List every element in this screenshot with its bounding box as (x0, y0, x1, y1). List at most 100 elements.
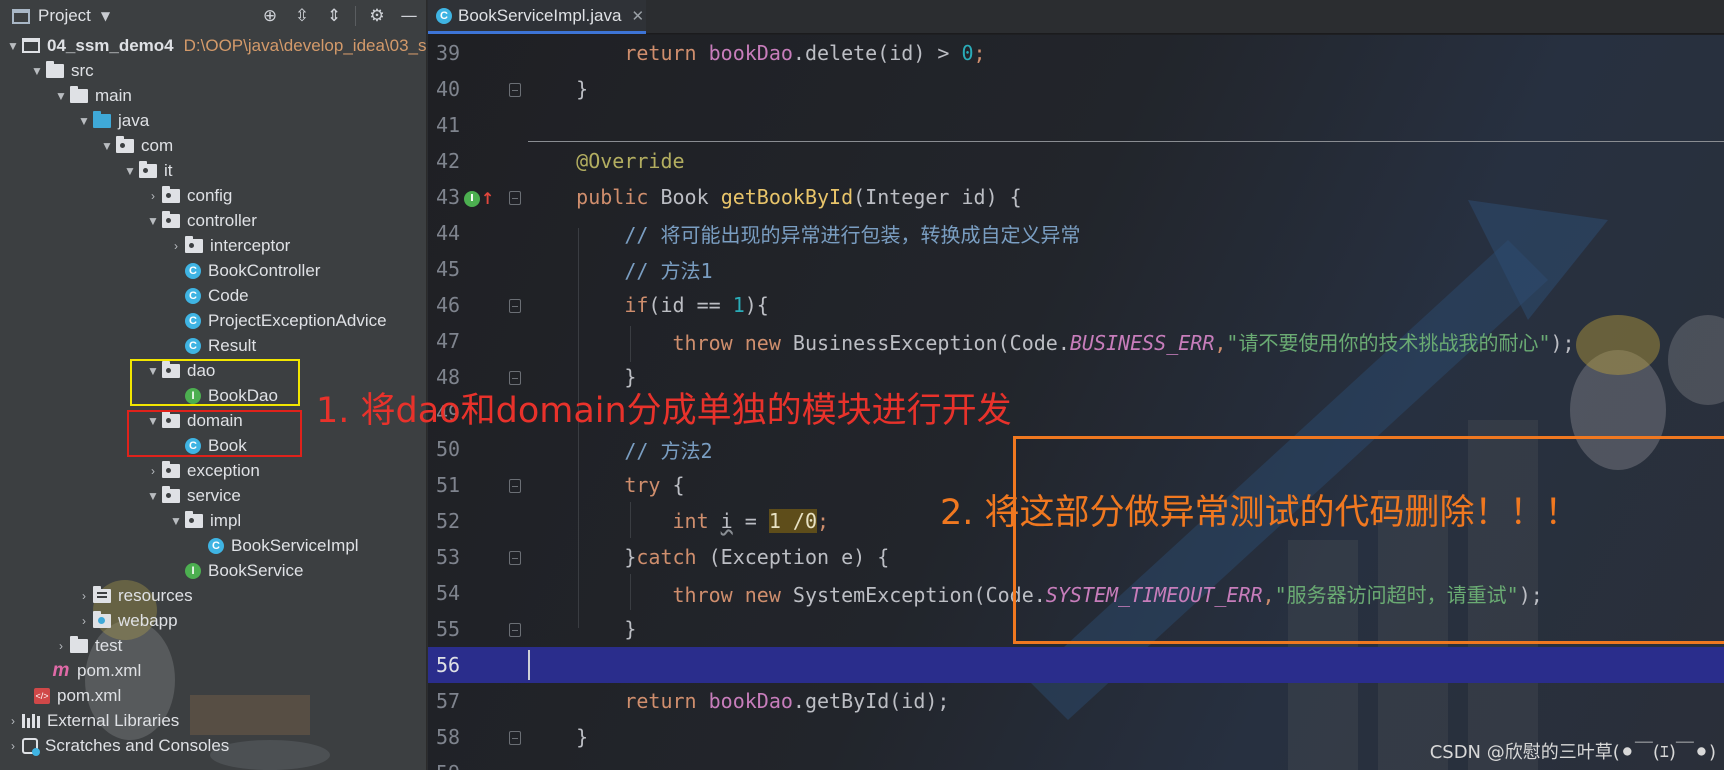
fold-marker-icon[interactable] (509, 479, 521, 493)
chevron-right-icon[interactable]: › (167, 239, 185, 253)
chevron-down-icon[interactable]: ▼ (101, 9, 110, 23)
chevron-down-icon[interactable]: ▼ (4, 39, 22, 53)
fold-marker-icon[interactable] (509, 731, 521, 745)
module-icon (22, 38, 40, 53)
code-line[interactable]: 39 return bookDao.delete(id) > 0; (428, 35, 1724, 71)
code-text[interactable]: }catch (Exception e) { (528, 545, 889, 569)
tree-item-config[interactable]: › config (0, 183, 426, 208)
minimize-icon[interactable]: — (398, 5, 420, 27)
annotation-note-2: 2. 将这部分做异常测试的代码删除！！！ (940, 493, 1580, 533)
chevron-down-icon[interactable]: ▼ (75, 114, 93, 128)
tree-item-label: BookController (208, 260, 321, 280)
tree-item-scratches[interactable]: › Scratches and Consoles (0, 733, 426, 758)
code-text[interactable]: @Override (528, 149, 684, 173)
tree-item-webapp[interactable]: › webapp (0, 608, 426, 633)
code-text[interactable]: } (528, 77, 588, 101)
code-text[interactable]: public Book getBookById(Integer id) { (528, 185, 1022, 209)
target-icon[interactable]: ⊕ (259, 5, 281, 27)
fold-marker-icon[interactable] (509, 191, 521, 205)
tree-item-bookserviceimpl[interactable]: C BookServiceImpl (0, 533, 426, 558)
code-line[interactable]: 45 // 方法1 (428, 251, 1724, 287)
tree-item-com[interactable]: ▼ com (0, 133, 426, 158)
code-line[interactable]: 40 } (428, 71, 1724, 107)
editor-tab-bar: C BookServiceImpl.java ✕ (428, 0, 1724, 34)
fold-marker-icon[interactable] (509, 83, 521, 97)
code-line[interactable]: 43 I ↑ public Book getBookById(Integer id… (428, 179, 1724, 215)
tree-item-controller[interactable]: ▼ controller (0, 208, 426, 233)
tree-item-module[interactable]: ▼ 04_ssm_demo4 D:\OOP\java\develop_idea\… (0, 33, 427, 58)
tree-item-bookservice[interactable]: I BookService (0, 558, 426, 583)
fold-marker-icon[interactable] (509, 299, 521, 313)
tree-item-module-pom[interactable]: m pom.xml (0, 658, 426, 683)
code-text[interactable]: } (528, 617, 636, 641)
code-text[interactable]: throw new BusinessException(Code.BUSINES… (528, 327, 1575, 356)
code-line[interactable]: 47 throw new BusinessException(Code.BUSI… (428, 323, 1724, 359)
tree-item-test[interactable]: › test (0, 633, 426, 658)
code-line[interactable]: 41 (428, 107, 1724, 143)
tab-bookserviceimpl[interactable]: C BookServiceImpl.java ✕ (428, 0, 646, 34)
tree-item-main[interactable]: ▼ main (0, 83, 426, 108)
code-text[interactable]: return bookDao.delete(id) > 0; (528, 41, 985, 65)
tree-item-impl[interactable]: ▼ impl (0, 508, 426, 533)
implements-method-icon[interactable]: I ↑ (464, 189, 494, 208)
tree-item-code[interactable]: C Code (0, 283, 426, 308)
chevron-down-icon[interactable]: ▼ (121, 164, 139, 178)
tree-item-it[interactable]: ▼ it (0, 158, 426, 183)
chevron-down-icon[interactable]: ▼ (98, 139, 116, 153)
annotation-note-1: 1. 将dao和domain分成单独的模块进行开发 (316, 391, 1012, 431)
tree-item-service[interactable]: ▼ service (0, 483, 426, 508)
tree-item-external-libraries[interactable]: › External Libraries (0, 708, 426, 733)
fold-marker-icon[interactable] (509, 551, 521, 565)
package-icon (185, 235, 203, 253)
chevron-down-icon[interactable]: ▼ (167, 514, 185, 528)
code-line-current[interactable]: 56 (428, 647, 1724, 683)
code-text[interactable]: // 方法2 (528, 435, 712, 464)
code-token: int (672, 509, 721, 533)
tree-item-interceptor[interactable]: › interceptor (0, 233, 426, 258)
chevron-down-icon[interactable]: ▼ (144, 489, 162, 503)
chevron-right-icon[interactable]: › (144, 464, 162, 478)
code-line[interactable]: 44 // 将可能出现的异常进行包装，转换成自定义异常 (428, 215, 1724, 251)
chevron-down-icon[interactable]: ▼ (52, 89, 70, 103)
project-panel-title[interactable]: Project (38, 6, 91, 26)
code-text[interactable]: } (528, 725, 588, 749)
tree-item-projectexceptionadvice[interactable]: C ProjectExceptionAdvice (0, 308, 426, 333)
chevron-down-icon[interactable]: ▼ (28, 64, 46, 78)
collapse-all-icon[interactable]: ⇕ (323, 5, 345, 27)
tree-item-result[interactable]: C Result (0, 333, 426, 358)
tree-item-root-pom[interactable]: </> pom.xml (0, 683, 426, 708)
tree-item-bookcontroller[interactable]: C BookController (0, 258, 426, 283)
code-text[interactable]: int i = 1 /0; (528, 509, 829, 533)
code-line[interactable]: 57 return bookDao.getById(id); (428, 683, 1724, 719)
code-text[interactable]: if(id == 1){ (528, 293, 769, 317)
fold-marker-icon[interactable] (509, 623, 521, 637)
tree-item-label: test (95, 635, 123, 655)
tree-item-src[interactable]: ▼ src (0, 58, 426, 83)
chevron-right-icon[interactable]: › (75, 614, 93, 628)
code-line[interactable]: 46 if(id == 1){ (428, 287, 1724, 323)
code-line[interactable]: 42 @Override (428, 143, 1724, 179)
resources-folder-icon (93, 585, 111, 603)
code-text[interactable]: // 将可能出现的异常进行包装，转换成自定义异常 (528, 219, 1080, 248)
tree-item-label: config (187, 185, 233, 205)
chevron-right-icon[interactable]: › (4, 714, 22, 728)
tree-item-exception[interactable]: › exception (0, 458, 426, 483)
module-path: D:\OOP\java\develop_idea\03_s (183, 35, 427, 55)
source-folder-icon (93, 110, 111, 128)
code-token: getBookById (720, 185, 854, 209)
chevron-right-icon[interactable]: › (4, 739, 22, 753)
chevron-right-icon[interactable]: › (144, 189, 162, 203)
code-text[interactable]: // 方法1 (528, 255, 712, 284)
tree-item-resources[interactable]: › resources (0, 583, 426, 608)
tree-item-java[interactable]: ▼ java (0, 108, 426, 133)
close-icon[interactable]: ✕ (631, 7, 644, 25)
code-text[interactable]: try { (528, 473, 684, 497)
chevron-right-icon[interactable]: › (52, 639, 70, 653)
chevron-down-icon[interactable]: ▼ (144, 214, 162, 228)
tree-item-label: pom.xml (77, 660, 142, 680)
expand-all-icon[interactable]: ⇳ (291, 5, 313, 27)
code-token: .delete(id) > (792, 41, 962, 65)
gear-icon[interactable]: ⚙ (366, 5, 388, 27)
chevron-right-icon[interactable]: › (75, 589, 93, 603)
code-text[interactable]: return bookDao.getById(id); (528, 689, 949, 713)
